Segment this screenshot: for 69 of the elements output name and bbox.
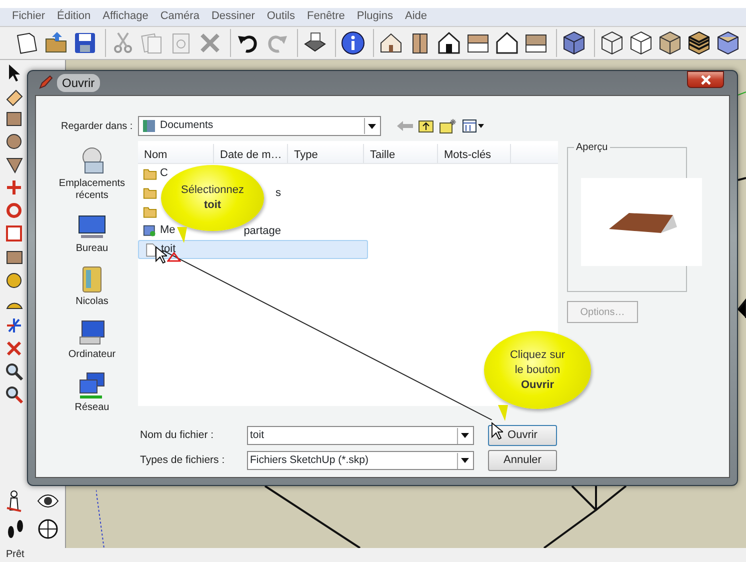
menu-item[interactable]: Affichage — [98, 8, 156, 26]
network-icon — [77, 370, 107, 400]
file-name: partage — [244, 224, 281, 239]
house-front-icon[interactable] — [436, 30, 462, 56]
window-title: Ouvrir — [57, 74, 100, 92]
menu-item[interactable]: Caméra — [156, 8, 208, 26]
xray-cube-icon[interactable] — [715, 30, 741, 56]
hidden-line-cube-icon[interactable] — [628, 30, 654, 56]
field-label: Regarder dans : — [61, 120, 134, 134]
dropdown-arrow-icon — [461, 433, 469, 438]
place-item[interactable]: Emplacements récents — [46, 178, 138, 202]
file-name: Me — [160, 223, 176, 238]
folder-icon — [143, 166, 157, 180]
close-icon — [700, 74, 710, 84]
pencil-icon — [37, 75, 53, 91]
file-type-dropdown[interactable]: Fichiers SketchUp (*.skp) — [247, 451, 474, 470]
column-header[interactable]: Date de m… — [214, 144, 288, 163]
look-in-dropdown[interactable]: Documents — [138, 116, 381, 136]
new-folder-icon[interactable] — [439, 118, 457, 134]
wireframe-cube-icon[interactable] — [599, 30, 625, 56]
column-header[interactable]: Type — [288, 144, 364, 163]
field-label: Types de fichiers : — [140, 452, 226, 468]
status-text: Prêt — [6, 548, 24, 562]
file-name: s — [276, 186, 281, 201]
place-item[interactable]: Nicolas — [76, 296, 108, 308]
place-item[interactable]: Ordinateur — [68, 349, 116, 361]
menu-item[interactable]: Fenêtre — [302, 8, 353, 26]
dropdown-arrow-icon — [368, 124, 376, 128]
document-icon — [144, 242, 158, 256]
cursor-icon — [491, 422, 503, 440]
info-icon[interactable] — [340, 30, 366, 56]
triangle-marker-icon — [167, 252, 181, 262]
house-outline-icon[interactable] — [494, 30, 520, 56]
shaded-cube-icon[interactable] — [657, 30, 683, 56]
menu-item[interactable]: Fichier — [8, 8, 54, 26]
view-menu-icon[interactable] — [462, 119, 484, 133]
preview-label: Aperçu — [574, 140, 610, 155]
menu-item[interactable]: Outils — [262, 8, 303, 26]
cancel-button[interactable]: Annuler — [488, 450, 557, 471]
striped-cube-icon[interactable] — [686, 30, 712, 56]
file-name-field[interactable]: toit — [247, 426, 474, 445]
menu-item[interactable]: Plugins — [352, 8, 401, 26]
file-name: toit — [161, 242, 176, 258]
field-label: Nom du fichier : — [140, 428, 215, 443]
file-name: C — [160, 166, 168, 182]
column-header[interactable]: Mots-clés — [438, 144, 511, 163]
solid-cube-icon[interactable] — [561, 30, 587, 56]
menu-item[interactable]: Dessiner — [207, 8, 263, 26]
place-item[interactable]: Bureau — [76, 243, 108, 255]
folder-icon — [143, 204, 157, 218]
column-header[interactable]: Taille — [364, 144, 438, 163]
folder-icon — [143, 186, 157, 200]
library-icon — [142, 119, 156, 133]
new-document-icon[interactable] — [14, 30, 40, 56]
magnifier-icon[interactable] — [4, 361, 24, 382]
file-row[interactable]: toit — [138, 240, 368, 259]
network-folder-icon — [143, 224, 157, 238]
menu-item[interactable]: Édition — [53, 8, 99, 26]
menu-item[interactable]: Aide — [400, 8, 436, 26]
compass-icon[interactable] — [36, 518, 60, 540]
open-button[interactable]: Ouvrir — [488, 425, 557, 446]
place-item[interactable]: Réseau — [74, 402, 110, 414]
magnifier-icon[interactable] — [4, 384, 24, 405]
circle-icon[interactable] — [4, 131, 24, 152]
up-folder-icon[interactable] — [418, 119, 434, 133]
dropdown-arrow-icon — [461, 458, 469, 463]
callout-bubble: Cliquez sur le bouton Ouvrir — [484, 331, 591, 421]
close-button[interactable] — [687, 71, 724, 88]
column-header[interactable]: Nom — [138, 144, 214, 163]
